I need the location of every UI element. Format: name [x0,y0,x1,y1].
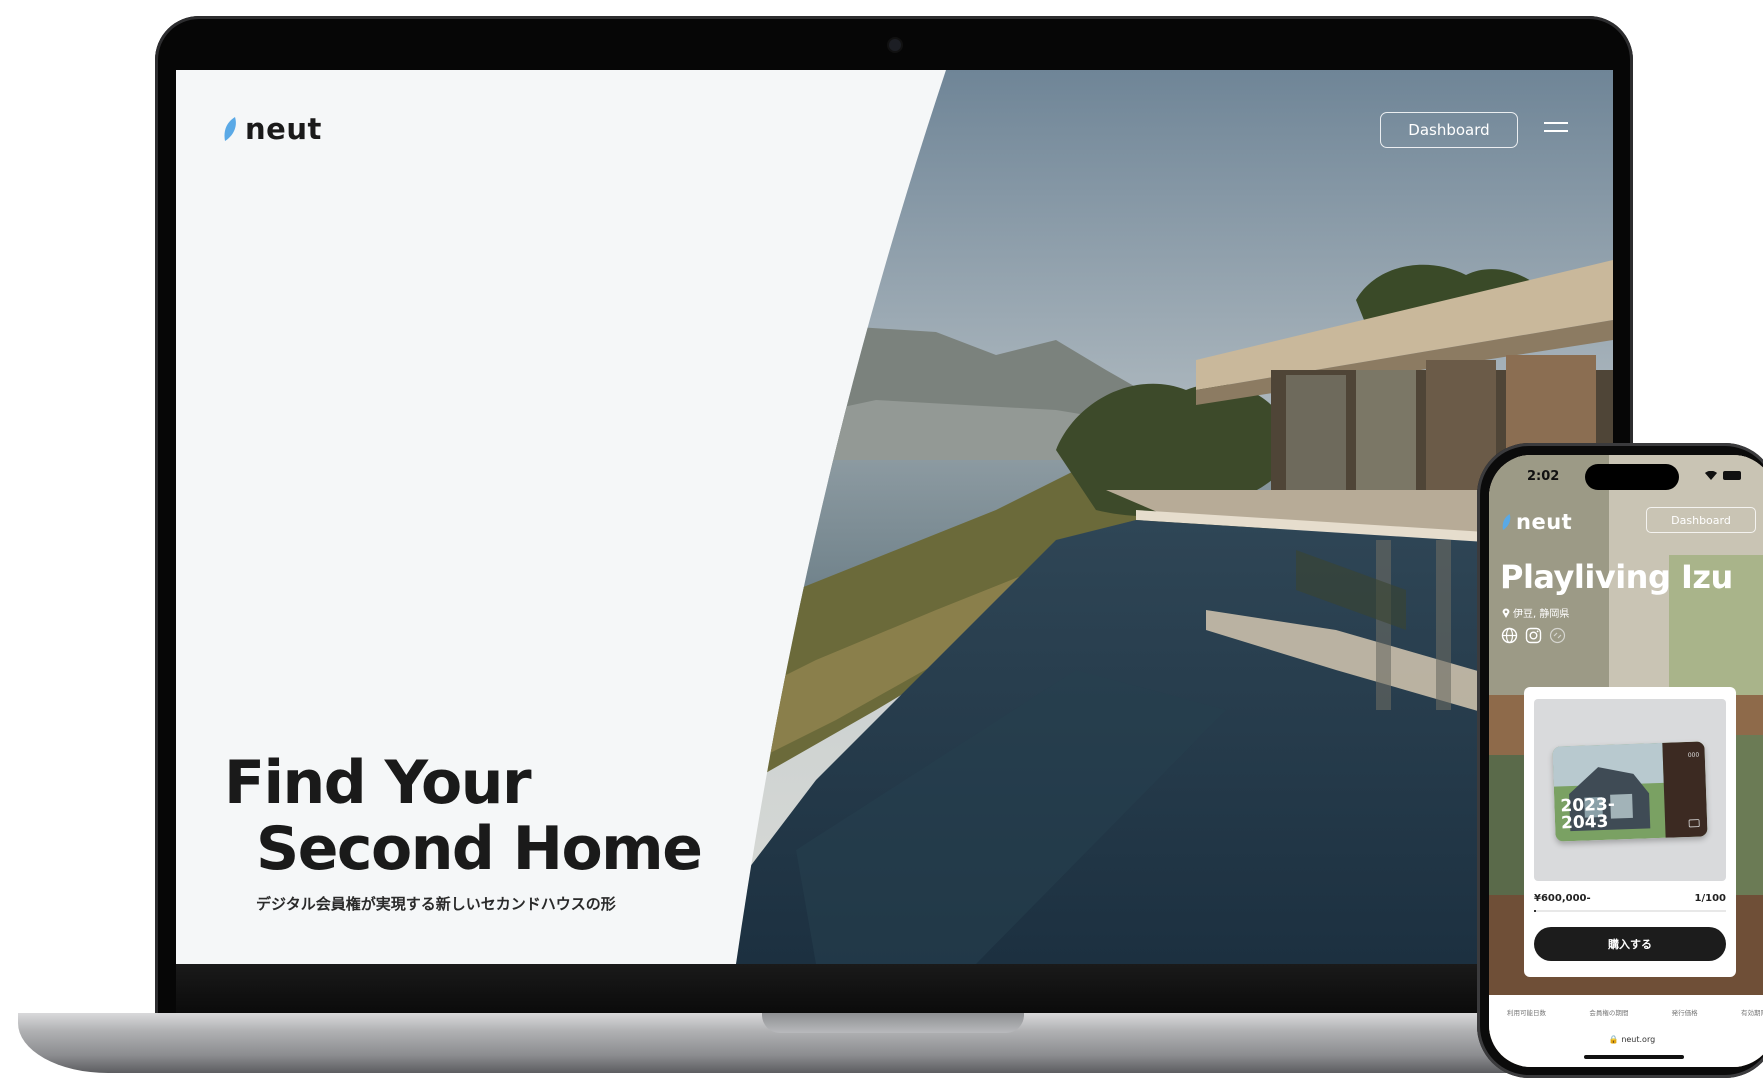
phone-brand-logo[interactable]: neut [1501,510,1572,534]
home-indicator[interactable] [1584,1055,1684,1059]
instagram-icon[interactable] [1525,627,1542,644]
location-pin-icon [1502,608,1510,618]
property-title: Playliving Izu [1500,558,1733,596]
nft-preview: 2023- 2043 000 [1534,699,1726,881]
stats-values [1507,1020,1747,1028]
browser-url-bar[interactable]: 🔒 neut.org [1489,1035,1763,1044]
phone-screen: 2:02 neut Dashboard Playliving Izu 伊豆, 静… [1489,455,1763,1067]
lock-icon: 🔒 [1608,1035,1619,1044]
brand-name: neut [245,112,322,146]
stat-label: 会員権の期間 [1589,1009,1629,1017]
globe-icon[interactable] [1501,627,1518,644]
sales-progress [1534,910,1726,912]
phone-brand-name: neut [1516,510,1573,534]
location-text: 伊豆, 静岡県 [1513,609,1570,620]
buy-button[interactable]: 購入する [1534,927,1726,961]
social-links [1501,627,1566,644]
webcam [889,39,901,51]
property-location: 伊豆, 静岡県 [1502,605,1569,620]
status-time: 2:02 [1527,469,1560,484]
membership-nft-card[interactable]: 2023- 2043 000 [1552,741,1708,842]
leaf-icon [1502,514,1511,530]
hero-title-line1: Find Your [224,748,532,818]
phone-dashboard-button[interactable]: Dashboard [1646,507,1756,533]
nft-number: 000 [1687,751,1700,759]
stat-label: 有効期限 [1740,1009,1763,1017]
wifi-icon [1705,471,1717,480]
status-icons [1705,471,1741,480]
purchase-card: 2023- 2043 000 ¥600,000- 1/100 購入する [1524,687,1736,977]
stat-label: 利用可能日数 [1507,1009,1546,1017]
stats-labels: 利用可能日数 会員権の期間 発行価格 有効期限 [1507,1007,1763,1017]
nft-years: 2023- 2043 [1560,795,1616,834]
leaf-icon [224,117,236,141]
dynamic-island [1585,464,1679,490]
stat-label: 発行価格 [1671,1009,1698,1017]
laptop-base-notch [762,1013,1024,1033]
sales-progress-fill [1534,910,1536,912]
hero-subtitle: デジタル会員権が実現する新しいセカンドハウスの形 [256,895,616,913]
brand-logo[interactable]: neut [222,112,322,146]
url-text: neut.org [1621,1035,1656,1044]
supply-count: 1/100 [1694,893,1726,904]
laptop-bottom-bezel [176,964,1613,1016]
dashboard-button[interactable]: Dashboard [1380,112,1518,148]
hero-title: Find Your Second Home [224,748,703,884]
hero-title-line2: Second Home [256,814,703,884]
nft-year-end: 2043 [1560,811,1609,834]
laptop-screen: neut Dashboard Find Your Second Home デジタ… [176,70,1613,964]
hamburger-menu-icon[interactable] [1544,122,1568,136]
battery-icon [1723,471,1741,480]
price: ¥600,000- [1534,893,1591,904]
link-icon[interactable] [1549,627,1566,644]
